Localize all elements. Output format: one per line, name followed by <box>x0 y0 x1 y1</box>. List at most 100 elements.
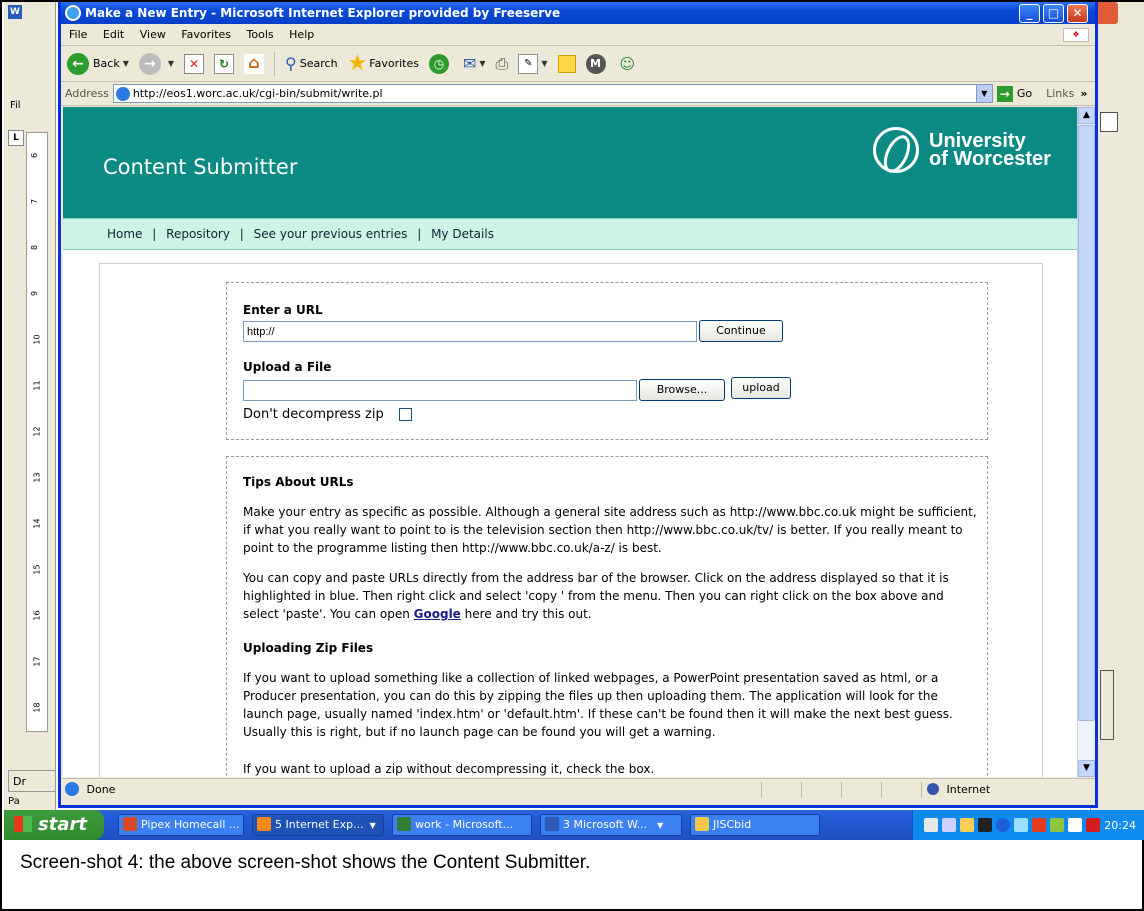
chat-icon[interactable] <box>942 818 957 832</box>
scroll-thumb[interactable] <box>1078 125 1095 721</box>
task-label: JISCbid <box>713 818 752 831</box>
site-header: Content Submitter University of Worceste… <box>63 107 1077 218</box>
edit-button[interactable]: ✎ ▼ <box>518 53 548 74</box>
links-label[interactable]: Links <box>1046 87 1074 100</box>
browse-button[interactable]: Browse... <box>639 379 725 401</box>
task-internet-explorer[interactable]: 5 Internet Exp... ▼ <box>252 814 384 836</box>
links-chevron-icon[interactable]: » <box>1080 87 1087 100</box>
ruler-number: 17 <box>32 656 42 667</box>
maximize-button[interactable]: □ <box>1043 4 1064 23</box>
group-dropdown-icon: ▼ <box>657 821 664 830</box>
collapse-tray-icon[interactable] <box>996 818 1011 832</box>
menu-bar: File Edit View Favorites Tools Help ❖ <box>61 24 1095 46</box>
sticky-note-icon <box>557 54 576 73</box>
notes-button[interactable] <box>557 54 576 73</box>
word-split-handle[interactable] <box>1100 112 1118 132</box>
no-decompress-label: Don't decompress zip <box>243 407 384 422</box>
monitor-icon[interactable] <box>1068 818 1083 832</box>
print-icon: ⎙ <box>495 53 509 73</box>
status-bar: Done Internet <box>61 778 1095 800</box>
history-button[interactable]: ◷ <box>428 53 453 74</box>
scroll-up-icon[interactable]: ▲ <box>1078 107 1095 124</box>
task-label: 3 Microsoft W... <box>563 818 648 831</box>
no-decompress-checkbox[interactable] <box>399 408 412 421</box>
ruler-number: 7 <box>30 198 40 205</box>
word-scroll-controls[interactable] <box>1100 670 1114 740</box>
url-label: Enter a URL <box>243 303 323 317</box>
nav-my-details[interactable]: My Details <box>431 227 494 241</box>
vertical-scrollbar[interactable]: ▲ ▼ <box>1077 107 1095 777</box>
pen-icon[interactable] <box>924 818 939 832</box>
nav-previous-entries[interactable]: See your previous entries <box>254 227 408 241</box>
go-button[interactable]: → Go <box>996 85 1032 102</box>
keyboard-icon[interactable] <box>978 818 993 832</box>
forward-dropdown-icon[interactable]: ▼ <box>168 59 174 68</box>
menu-tools[interactable]: Tools <box>247 28 274 41</box>
mail-dropdown-icon[interactable]: ▼ <box>479 59 485 68</box>
nav-home[interactable]: Home <box>107 227 142 241</box>
task-microsoft-word[interactable]: 3 Microsoft W... ▼ <box>540 814 682 836</box>
antivirus-icon[interactable] <box>1032 818 1047 832</box>
menu-help[interactable]: Help <box>289 28 314 41</box>
messenger-button[interactable]: M <box>585 53 610 74</box>
back-button[interactable]: ← Back ▼ <box>67 52 129 75</box>
task-pipex[interactable]: Pipex Homecall ... <box>118 814 244 836</box>
search-button[interactable]: ⚲ Search <box>285 54 338 73</box>
paint-icon[interactable] <box>960 818 975 832</box>
task-jiscbid-folder[interactable]: JISCbid <box>690 814 820 836</box>
favorites-button[interactable]: ★ Favorites <box>348 51 419 76</box>
edit-dropdown-icon[interactable]: ▼ <box>541 59 547 68</box>
search-icon: ⚲ <box>285 54 297 73</box>
tips-zip-checkbox-paragraph: If you want to upload a zip without deco… <box>243 762 655 776</box>
menu-edit[interactable]: Edit <box>103 28 124 41</box>
vertical-ruler: 6 7 8 9 10 11 12 13 14 15 16 17 18 <box>26 132 48 732</box>
close-button[interactable]: ✕ <box>1067 4 1088 23</box>
refresh-button[interactable]: ↻ <box>214 53 235 74</box>
university-emblem-icon <box>873 127 919 173</box>
nav-repository[interactable]: Repository <box>166 227 230 241</box>
scroll-down-icon[interactable]: ▼ <box>1078 760 1095 777</box>
menu-view[interactable]: View <box>140 28 166 41</box>
stop-button[interactable]: ✕ <box>184 53 205 74</box>
system-tray: 20:24 <box>912 810 1144 840</box>
menu-file[interactable]: File <box>69 28 87 41</box>
nav-separator: | <box>152 227 157 241</box>
messenger-icon[interactable] <box>1050 818 1065 832</box>
network-icon[interactable] <box>1014 818 1029 832</box>
task-work-outlook[interactable]: work - Microsoft... <box>392 814 532 836</box>
upload-button[interactable]: upload <box>731 377 791 399</box>
start-button[interactable]: start <box>4 810 104 840</box>
forward-button[interactable]: → ▼ <box>138 52 174 75</box>
ruler-number: 11 <box>32 380 42 391</box>
print-button[interactable]: ⎙ <box>496 54 509 74</box>
ie-titlebar[interactable]: Make a New Entry - Microsoft Internet Ex… <box>61 2 1095 24</box>
address-dropdown-icon[interactable]: ▼ <box>975 85 992 102</box>
google-link[interactable]: Google <box>414 607 461 621</box>
tips-copy-text-end: here and try this out. <box>460 607 592 621</box>
ruler-number: 15 <box>32 564 42 575</box>
clock[interactable]: 20:24 <box>1104 819 1136 832</box>
continue-button[interactable]: Continue <box>699 320 783 342</box>
word-draw-button[interactable]: Dr <box>8 770 56 792</box>
back-dropdown-icon[interactable]: ▼ <box>123 59 129 68</box>
file-path-input[interactable] <box>243 380 637 401</box>
url-input[interactable] <box>243 321 697 342</box>
address-input[interactable]: http://eos1.worc.ac.uk/cgi-bin/submit/wr… <box>112 84 993 103</box>
word-page-label: Pa <box>8 796 20 807</box>
university-logo[interactable]: University of Worcester <box>873 127 1051 173</box>
alert-icon[interactable] <box>1086 818 1101 832</box>
ruler-tab-button[interactable]: L <box>8 130 24 146</box>
contacts-button[interactable]: ☺ <box>620 55 636 73</box>
menu-favorites[interactable]: Favorites <box>181 28 231 41</box>
address-bar: Address http://eos1.worc.ac.uk/cgi-bin/s… <box>61 82 1095 106</box>
mail-icon: ✉ <box>462 54 477 73</box>
minimize-button[interactable]: _ <box>1019 4 1040 23</box>
status-divider <box>801 782 802 798</box>
home-button[interactable]: ⌂ <box>244 53 265 74</box>
ruler-number: 12 <box>32 426 42 437</box>
home-icon: ⌂ <box>244 53 265 74</box>
tips-zip-heading: Uploading Zip Files <box>243 641 374 655</box>
word-file-menu[interactable]: Fil <box>10 100 21 111</box>
mail-button[interactable]: ✉ ▼ <box>463 54 486 73</box>
tips-panel: Tips About URLs Make your entry as speci… <box>226 456 988 777</box>
